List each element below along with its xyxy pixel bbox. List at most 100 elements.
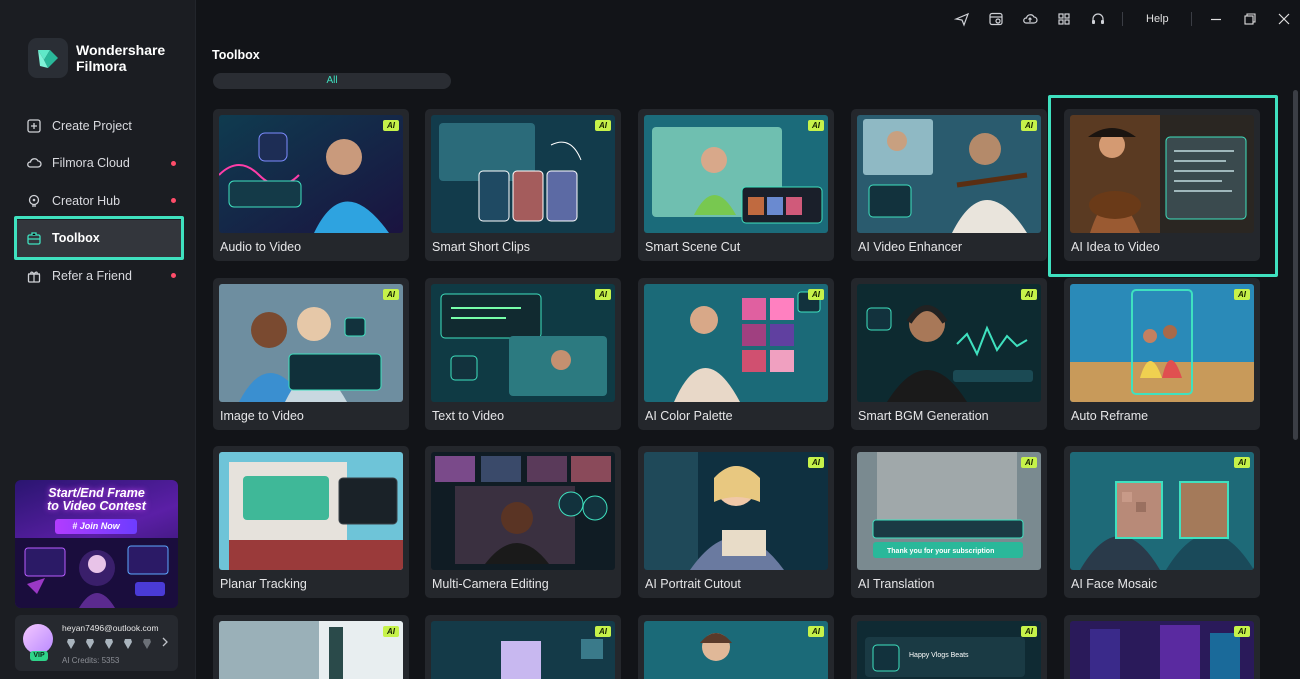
tool-card-ai-color-palette[interactable]: AI AI Color Palette [638,278,834,430]
tool-card-ai-face-mosaic[interactable]: AI AI Face Mosaic [1064,446,1260,598]
ai-credits: AI Credits: 5353 [62,656,120,665]
tool-thumbnail: Happy Vlogs Beats [857,621,1041,679]
send-icon[interactable] [954,11,970,27]
tool-thumbnail [1070,115,1254,233]
tool-thumbnail [431,115,615,233]
sidebar-item-toolbox[interactable]: Toolbox [14,219,184,257]
tool-card-ai-idea-to-video[interactable]: AI Idea to Video [1064,109,1260,261]
tool-thumbnail: Thank you for your subscription [857,452,1041,570]
ai-badge: AI [1021,289,1037,300]
account-panel[interactable]: VIP heyan7496@outlook.com AI Credits: 53… [15,615,178,671]
tool-thumbnail [431,452,615,570]
tool-label: Audio to Video [220,240,302,254]
cloud-icon [26,155,42,171]
tool-card-partial[interactable]: AI [213,615,409,679]
tool-card-audio-to-video[interactable]: AI Audio to Video [213,109,409,261]
tool-thumbnail [219,284,403,402]
tool-card-ai-video-enhancer[interactable]: AI AI Video Enhancer [851,109,1047,261]
divider [1191,12,1192,26]
tool-thumbnail [857,115,1041,233]
sidebar-item-filmora-cloud[interactable]: Filmora Cloud [14,145,184,183]
tool-card-partial[interactable]: AI [638,615,834,679]
tool-thumbnail [219,115,403,233]
sidebar-item-label: Filmora Cloud [52,156,130,171]
tool-label: Image to Video [220,409,304,423]
tool-card-text-to-video[interactable]: AI Text to Video [425,278,621,430]
headset-icon[interactable] [1090,11,1106,27]
tool-label: Multi-Camera Editing [432,577,549,591]
ai-badge: AI [808,626,824,637]
close-icon[interactable] [1276,11,1292,27]
tool-card-ai-portrait-cutout[interactable]: AI AI Portrait Cutout [638,446,834,598]
gift-icon [26,268,42,284]
ai-badge: AI [1234,626,1250,637]
tool-card-partial[interactable]: AI [425,615,621,679]
tool-label: Planar Tracking [220,577,307,591]
tool-thumbnail [857,284,1041,402]
ai-badge: AI [808,289,824,300]
join-now-button[interactable]: # Join Now [55,519,137,534]
sidebar-item-label: Toolbox [52,231,100,246]
sidebar-nav: Create Project Filmora Cloud Creator Hub… [14,107,184,295]
tool-card-auto-reframe[interactable]: AI Auto Reframe [1064,278,1260,430]
sidebar-item-label: Create Project [52,118,132,133]
brand-name: Wondershare Filmora [76,42,165,74]
sidebar-item-create-project[interactable]: Create Project [14,107,184,145]
gem-icon [67,639,75,649]
plus-square-icon [26,118,42,134]
tool-thumbnail [431,621,615,679]
brand-line2: Filmora [76,58,127,74]
tool-card-smart-bgm-generation[interactable]: AI Smart BGM Generation [851,278,1047,430]
tool-thumbnail [644,284,828,402]
tool-card-planar-tracking[interactable]: Planar Tracking [213,446,409,598]
account-email: heyan7496@outlook.com [62,623,159,633]
divider [1122,12,1123,26]
sidebar-item-label: Refer a Friend [52,268,132,283]
page-title: Toolbox [212,48,260,62]
tool-card-image-to-video[interactable]: AI Image to Video [213,278,409,430]
brand: Wondershare Filmora [28,38,165,78]
tool-label: Smart Scene Cut [645,240,741,254]
sidebar: Wondershare Filmora Create Project Filmo… [0,0,196,679]
tool-card-partial[interactable]: Happy Vlogs Beats AI [851,615,1047,679]
apps-grid-icon[interactable] [1056,11,1072,27]
ai-badge: AI [383,289,399,300]
tool-thumbnail [431,284,615,402]
tool-label: AI Video Enhancer [858,240,963,254]
cloud-upload-icon[interactable] [1022,11,1038,27]
tool-label: Text to Video [432,409,505,423]
tool-card-smart-scene-cut[interactable]: AI Smart Scene Cut [638,109,834,261]
filmora-app: Wondershare Filmora Create Project Filmo… [0,0,1300,679]
ai-badge: AI [595,626,611,637]
help-button[interactable]: Help [1146,13,1169,25]
avatar [23,624,53,654]
notification-dot [171,160,176,166]
ai-badge: AI [595,120,611,131]
notification-dot [171,198,176,203]
tool-thumbnail [1070,284,1254,402]
sidebar-item-refer-a-friend[interactable]: Refer a Friend [14,257,184,295]
filter-tab-all[interactable]: All [213,73,451,89]
vip-badge: VIP [30,651,48,661]
tool-card-partial[interactable]: AI [1064,615,1260,679]
minimize-icon[interactable] [1208,11,1224,27]
sidebar-item-creator-hub[interactable]: Creator Hub [14,182,184,220]
tool-card-ai-translation[interactable]: Thank you for your subscription AI AI Tr… [851,446,1047,598]
tool-card-smart-short-clips[interactable]: AI Smart Short Clips [425,109,621,261]
tool-label: AI Portrait Cutout [645,577,741,591]
chevron-right-icon[interactable] [160,637,170,647]
tool-thumbnail [219,621,403,679]
brand-line1: Wondershare [76,42,166,58]
translation-caption: Thank you for your subscription [887,548,994,555]
restore-icon[interactable] [1242,11,1258,27]
title-bar: Help [196,0,1300,38]
filmora-logo-icon [28,38,68,78]
contest-promo-banner[interactable]: Start/End Frame to Video Contest # Join … [15,480,178,608]
notification-dot [171,273,176,278]
ai-badge: AI [595,289,611,300]
media-icon[interactable] [988,11,1004,27]
ai-badge: AI [383,120,399,131]
tool-thumbnail [644,115,828,233]
tool-card-multi-camera-editing[interactable]: Multi-Camera Editing [425,446,621,598]
scrollbar[interactable] [1293,90,1298,440]
